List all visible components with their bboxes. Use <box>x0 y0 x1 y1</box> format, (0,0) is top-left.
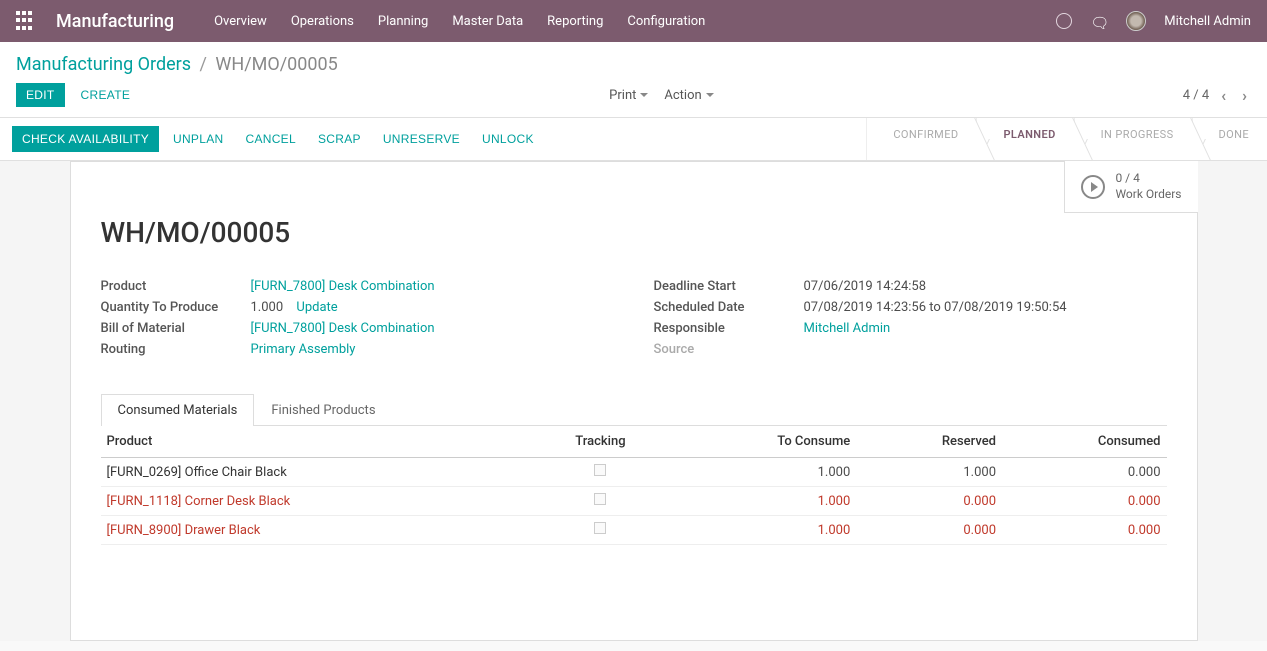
menu-configuration[interactable]: Configuration <box>627 14 705 29</box>
record-title: WH/MO/00005 <box>101 216 1167 249</box>
materials-table: Product Tracking To Consume Reserved Con… <box>101 426 1167 545</box>
th-consumed[interactable]: Consumed <box>1002 426 1166 458</box>
qty-update-link[interactable]: Update <box>296 300 337 315</box>
product-value[interactable]: [FURN_7800] Desk Combination <box>251 279 435 294</box>
pager-next-icon[interactable]: › <box>1238 86 1251 105</box>
cell-reserved: 0.000 <box>856 487 1002 516</box>
cell-reserved: 0.000 <box>856 516 1002 545</box>
cell-consumed: 0.000 <box>1002 487 1166 516</box>
breadcrumb-leaf: WH/MO/00005 <box>215 54 337 75</box>
menu-operations[interactable]: Operations <box>291 14 354 29</box>
unplan-button[interactable]: UNPLAN <box>165 127 231 151</box>
bom-label: Bill of Material <box>101 321 251 336</box>
checkbox-icon[interactable] <box>594 493 606 505</box>
unlock-button[interactable]: UNLOCK <box>474 127 542 151</box>
print-dropdown[interactable]: Print <box>609 88 648 103</box>
cell-tracking[interactable] <box>532 516 669 545</box>
breadcrumb-root[interactable]: Manufacturing Orders <box>16 54 191 75</box>
checkbox-icon[interactable] <box>594 464 606 476</box>
main-menu: Overview Operations Planning Master Data… <box>214 14 705 29</box>
resp-label: Responsible <box>654 321 804 336</box>
th-product[interactable]: Product <box>101 426 532 458</box>
menu-overview[interactable]: Overview <box>214 14 267 29</box>
app-brand[interactable]: Manufacturing <box>56 11 174 32</box>
create-button[interactable]: CREATE <box>71 83 141 107</box>
control-panel: Manufacturing Orders / WH/MO/00005 EDIT … <box>0 42 1267 118</box>
form-sheet: 0 / 4 Work Orders WH/MO/00005 Product [F… <box>70 161 1198 641</box>
sched-label: Scheduled Date <box>654 300 804 315</box>
cell-product: [FURN_0269] Office Chair Black <box>101 458 532 487</box>
checkbox-icon[interactable] <box>594 522 606 534</box>
check-availability-button[interactable]: CHECK AVAILABILITY <box>12 126 159 152</box>
status-row: CHECK AVAILABILITY UNPLAN CANCEL SCRAP U… <box>0 118 1267 161</box>
cell-tracking[interactable] <box>532 487 669 516</box>
stat-label: Work Orders <box>1115 187 1181 203</box>
cell-tracking[interactable] <box>532 458 669 487</box>
cell-consumed: 0.000 <box>1002 458 1166 487</box>
scrap-button[interactable]: SCRAP <box>310 127 369 151</box>
cell-to-consume: 1.000 <box>669 487 856 516</box>
username[interactable]: Mitchell Admin <box>1164 14 1251 29</box>
th-tracking[interactable]: Tracking <box>532 426 669 458</box>
play-icon <box>1081 175 1105 199</box>
work-orders-stat-button[interactable]: 0 / 4 Work Orders <box>1064 161 1197 213</box>
pager-prev-icon[interactable]: ‹ <box>1217 86 1230 105</box>
cell-to-consume: 1.000 <box>669 458 856 487</box>
deadline-label: Deadline Start <box>654 279 804 294</box>
th-to-consume[interactable]: To Consume <box>669 426 856 458</box>
edit-button[interactable]: EDIT <box>16 83 65 107</box>
table-row[interactable]: [FURN_1118] Corner Desk Black1.0000.0000… <box>101 487 1167 516</box>
apps-icon[interactable] <box>16 11 36 31</box>
cell-product: [FURN_1118] Corner Desk Black <box>101 487 532 516</box>
menu-master-data[interactable]: Master Data <box>452 14 523 29</box>
resp-value[interactable]: Mitchell Admin <box>804 321 891 336</box>
table-row[interactable]: [FURN_8900] Drawer Black1.0000.0000.000 <box>101 516 1167 545</box>
breadcrumb: Manufacturing Orders / WH/MO/00005 <box>16 54 338 83</box>
th-reserved[interactable]: Reserved <box>856 426 1002 458</box>
tab-consumed-materials[interactable]: Consumed Materials <box>101 394 255 426</box>
pager-text: 4 / 4 <box>1183 88 1209 103</box>
status-step-in-progress[interactable]: IN PROGRESS <box>1074 118 1192 160</box>
chat-icon[interactable] <box>1090 14 1108 29</box>
avatar[interactable] <box>1126 11 1146 31</box>
cell-reserved: 1.000 <box>856 458 1002 487</box>
sched-value: 07/08/2019 14:23:56 to 07/08/2019 19:50:… <box>804 300 1167 315</box>
statusbar: CONFIRMEDPLANNEDIN PROGRESSDONE <box>866 118 1267 160</box>
status-step-confirmed[interactable]: CONFIRMED <box>866 118 976 160</box>
action-dropdown[interactable]: Action <box>664 88 713 103</box>
cell-to-consume: 1.000 <box>669 516 856 545</box>
source-label: Source <box>654 342 804 357</box>
breadcrumb-sep: / <box>200 54 207 75</box>
routing-value[interactable]: Primary Assembly <box>251 342 356 357</box>
routing-label: Routing <box>101 342 251 357</box>
stat-count: 0 / 4 <box>1115 171 1181 187</box>
activity-icon[interactable] <box>1056 13 1072 29</box>
top-nav: Manufacturing Overview Operations Planni… <box>0 0 1267 42</box>
topnav-right: Mitchell Admin <box>1056 11 1251 31</box>
cell-consumed: 0.000 <box>1002 516 1166 545</box>
qty-value: 1.000 <box>251 300 284 315</box>
menu-reporting[interactable]: Reporting <box>547 14 603 29</box>
deadline-value: 07/06/2019 14:24:58 <box>804 279 1167 294</box>
unreserve-button[interactable]: UNRESERVE <box>375 127 468 151</box>
bom-value[interactable]: [FURN_7800] Desk Combination <box>251 321 435 336</box>
tab-finished-products[interactable]: Finished Products <box>254 394 392 426</box>
menu-planning[interactable]: Planning <box>378 14 428 29</box>
cell-product: [FURN_8900] Drawer Black <box>101 516 532 545</box>
cancel-button[interactable]: CANCEL <box>237 127 303 151</box>
product-label: Product <box>101 279 251 294</box>
tabs: Consumed Materials Finished Products <box>101 393 1167 426</box>
table-row[interactable]: [FURN_0269] Office Chair Black 1.0001.000… <box>101 458 1167 487</box>
qty-label: Quantity To Produce <box>101 300 251 315</box>
